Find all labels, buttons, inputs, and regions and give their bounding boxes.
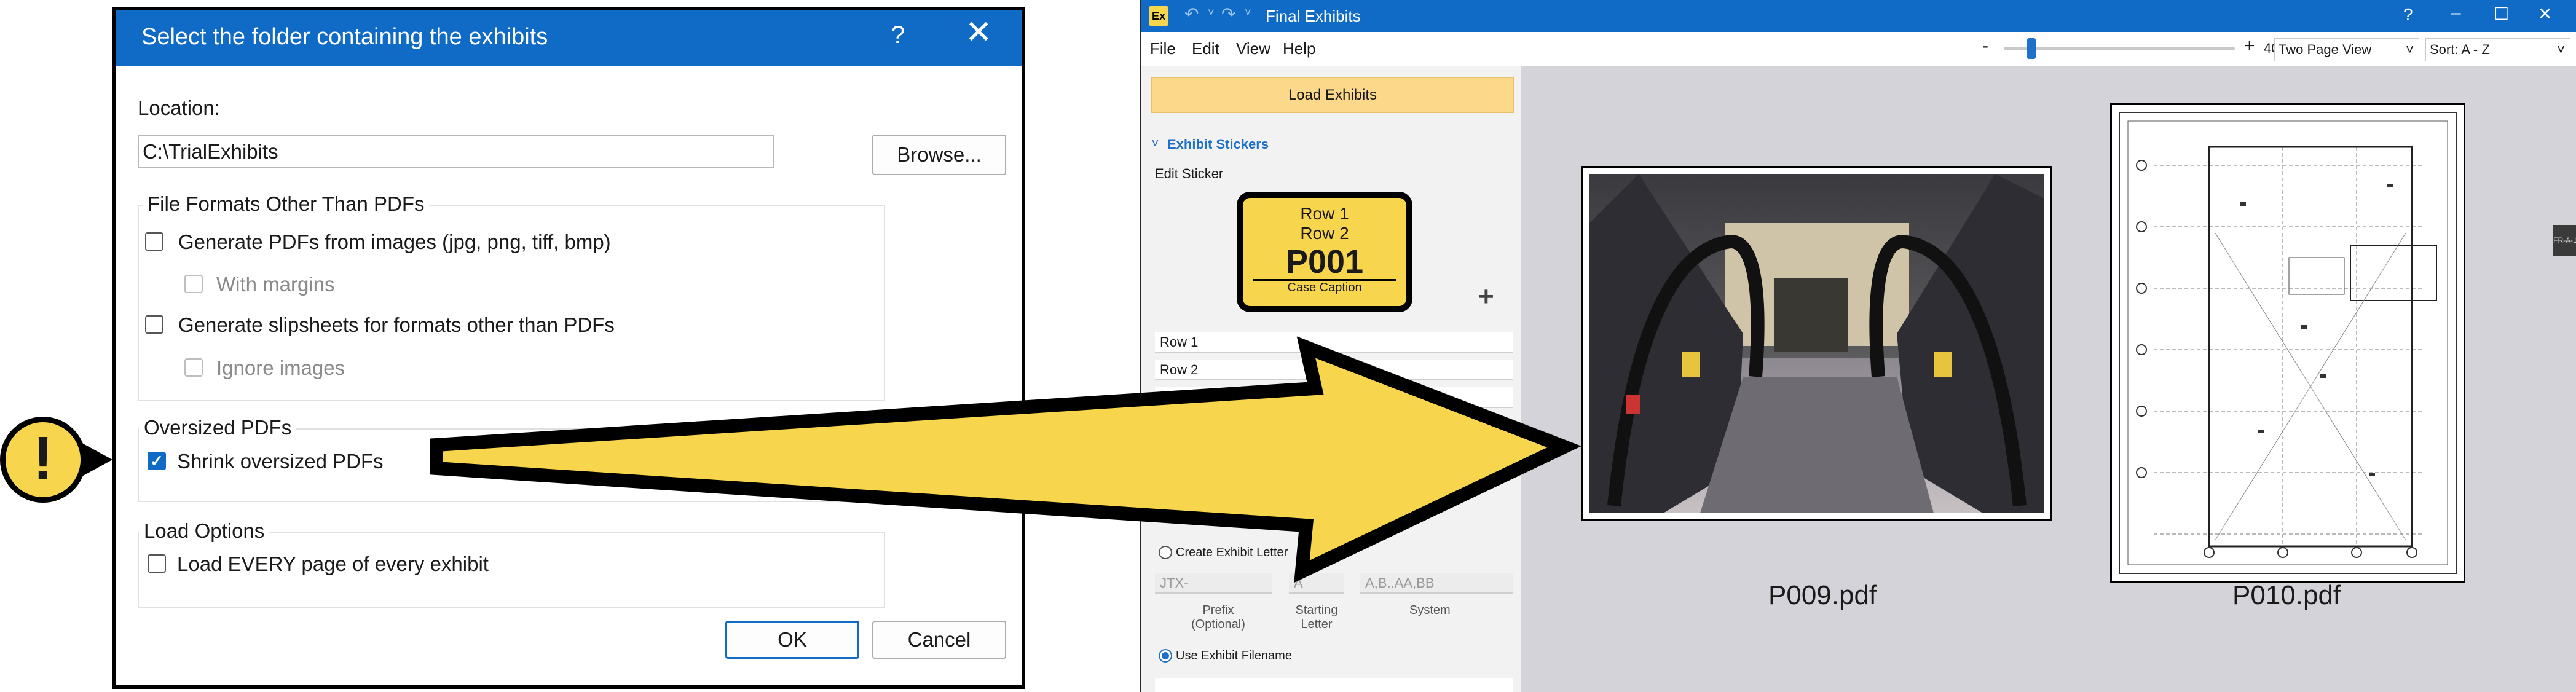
- callout-arrow: [430, 336, 1581, 583]
